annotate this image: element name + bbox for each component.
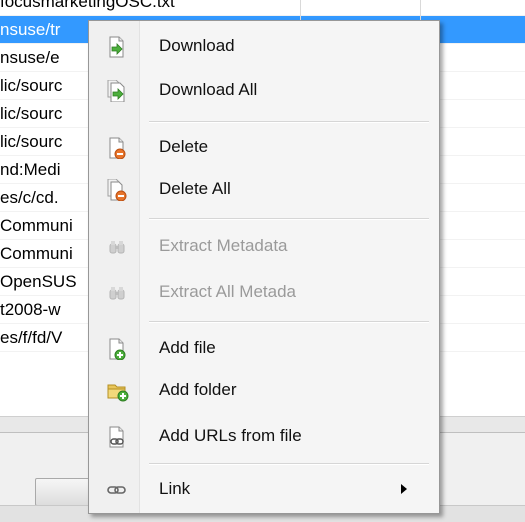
menu-item-label: Delete <box>159 137 209 156</box>
download-icon <box>107 36 127 58</box>
list-row-partial[interactable]: focusmarketingOSC.txt ✕ <box>0 0 525 16</box>
menu-item-download[interactable]: Download <box>89 26 439 66</box>
menu-separator <box>149 218 429 220</box>
list-cell-url: focusmarketingOSC.txt <box>0 0 175 11</box>
link-icon <box>107 479 127 501</box>
error-mark-icon: ✕ <box>342 0 359 3</box>
menu-item-label: Delete All <box>159 179 231 198</box>
menu-item-label: Download <box>159 36 235 55</box>
menu-item-delete[interactable]: Delete <box>89 127 439 167</box>
menu-item-label: Add URLs from file <box>159 426 302 445</box>
menu-item-label: Add folder <box>159 380 237 399</box>
menu-separator <box>149 121 429 123</box>
menu-separator <box>149 321 429 323</box>
menu-item-add-file[interactable]: Add file <box>89 328 439 368</box>
menu-item-add-urls-from-file[interactable]: Add URLs from file <box>89 416 439 456</box>
menu-item-delete-all[interactable]: Delete All <box>89 169 439 209</box>
menu-separator <box>149 463 429 465</box>
submenu-arrow-icon <box>401 484 407 494</box>
menu-item-label: Link <box>159 479 191 498</box>
menu-item-label: Extract Metadata <box>159 236 288 255</box>
menu-item-download-all[interactable]: Download All <box>89 70 439 110</box>
menu-item-label: Download All <box>159 80 258 99</box>
menu-item-extract-all-metadata: Extract All Metada <box>89 272 439 312</box>
add-file-icon <box>107 338 127 361</box>
menu-item-add-folder[interactable]: Add folder <box>89 370 439 410</box>
menu-item-extract-metadata: Extract Metadata <box>89 226 439 266</box>
add-folder-icon <box>107 380 129 402</box>
menu-item-label: Add file <box>159 338 216 357</box>
menu-item-label: Extract All Metada <box>159 282 297 301</box>
add-urls-icon <box>107 426 127 448</box>
delete-all-icon <box>107 178 127 202</box>
menu-item-link[interactable]: Link <box>89 469 439 509</box>
binoculars-icon <box>107 282 127 304</box>
binoculars-icon <box>107 236 127 258</box>
delete-icon <box>107 137 127 160</box>
context-menu: Download Download All Delete Delete All … <box>88 20 440 514</box>
download-all-icon <box>107 79 127 103</box>
